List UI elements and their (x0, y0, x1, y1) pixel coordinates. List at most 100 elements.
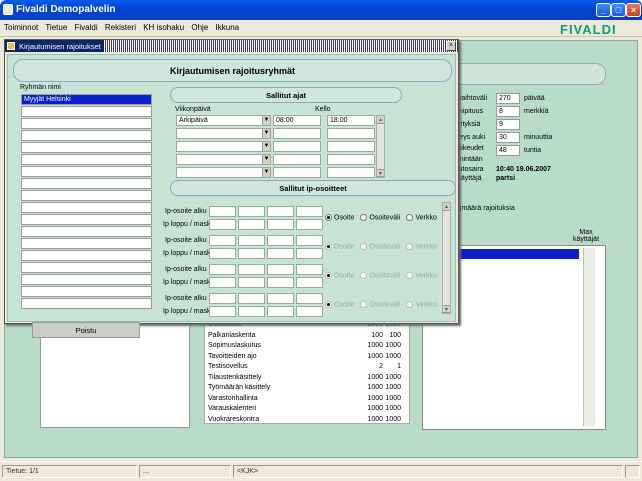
time-from-field[interactable] (273, 128, 321, 139)
group-list-item[interactable] (21, 238, 152, 249)
status-grip[interactable] (625, 465, 640, 478)
table-row[interactable]: Tilaustenkäsittely 1000 1000 (205, 374, 409, 385)
scroll-down-icon[interactable]: ▼ (443, 305, 450, 313)
radio-range[interactable] (360, 272, 368, 280)
bg-field[interactable]: 48 (496, 145, 520, 156)
chevron-down-icon[interactable]: ▼ (262, 129, 270, 138)
ip-end-octet[interactable] (238, 248, 265, 259)
chevron-down-icon[interactable]: ▼ (262, 168, 270, 177)
ip-start-octet[interactable] (267, 235, 294, 246)
ip-end-octet[interactable] (267, 306, 294, 317)
radio-address[interactable] (325, 301, 332, 309)
group-list-item[interactable] (21, 286, 152, 297)
ip-start-octet[interactable] (238, 264, 265, 275)
ip-end-octet[interactable] (296, 219, 323, 230)
table-row[interactable]: Varastonhallinta 1000 1000 (205, 395, 409, 406)
time-to-field[interactable] (327, 128, 375, 139)
ip-end-octet[interactable] (209, 277, 236, 288)
ip-start-octet[interactable] (209, 235, 236, 246)
ip-start-octet[interactable] (267, 264, 294, 275)
radio-range[interactable] (360, 214, 368, 222)
radio-network[interactable] (406, 243, 414, 251)
bg-field[interactable]: 270 (496, 93, 520, 104)
ip-start-octet[interactable] (267, 293, 294, 304)
group-list-item[interactable] (21, 226, 152, 237)
ip-end-octet[interactable] (209, 219, 236, 230)
menu-ohje[interactable]: Ohje (191, 23, 208, 32)
group-list-item-selected[interactable]: Myyjät Helsinki (21, 94, 152, 105)
radio-address[interactable] (325, 243, 332, 251)
ip-start-octet[interactable] (267, 206, 294, 217)
group-list-item[interactable] (21, 262, 152, 273)
ip-start-octet[interactable] (209, 206, 236, 217)
scroll-down-icon[interactable]: ▼ (377, 169, 384, 177)
time-to-field[interactable]: 18:00 (327, 115, 375, 126)
exit-button[interactable]: Poistu (32, 322, 140, 338)
ip-start-octet[interactable] (238, 235, 265, 246)
group-list-item[interactable] (21, 202, 152, 213)
menu-fivaldi[interactable]: Fivaldi (75, 23, 98, 32)
ip-end-octet[interactable] (238, 277, 265, 288)
radio-network[interactable] (406, 272, 414, 280)
ip-end-octet[interactable] (267, 219, 294, 230)
ip-start-octet[interactable] (238, 206, 265, 217)
group-list-item[interactable] (21, 250, 152, 261)
group-list-item[interactable] (21, 298, 152, 309)
minimize-button[interactable]: _ (596, 3, 611, 17)
group-list-item[interactable] (21, 118, 152, 129)
weekday-select[interactable]: ▼ (176, 167, 271, 178)
ip-end-octet[interactable] (296, 248, 323, 259)
ip-start-octet[interactable] (209, 264, 236, 275)
menu-toiminnot[interactable]: Toiminnot (4, 23, 38, 32)
chevron-down-icon[interactable]: ▼ (262, 142, 270, 151)
menu-tietue[interactable]: Tietue (45, 23, 67, 32)
bg-field[interactable]: 9 (496, 119, 520, 130)
menu-ikkuna[interactable]: Ikkuna (216, 23, 240, 32)
time-to-field[interactable] (327, 141, 375, 152)
table-row[interactable]: Tavoitteiden ajo 1000 1000 (205, 353, 409, 364)
radio-range[interactable] (360, 301, 368, 309)
ip-end-octet[interactable] (238, 219, 265, 230)
scroll-up-icon[interactable]: ▲ (377, 116, 384, 124)
group-list-item[interactable] (21, 142, 152, 153)
ip-end-octet[interactable] (267, 248, 294, 259)
group-list-item[interactable] (21, 190, 152, 201)
weekday-select[interactable]: ▼ (176, 128, 271, 139)
close-button[interactable]: × (626, 3, 641, 17)
table-row[interactable]: Työmäärän käsittely 1000 1000 (205, 384, 409, 395)
bg-field[interactable]: 8 (496, 106, 520, 117)
radio-network[interactable] (406, 301, 414, 309)
weekday-select[interactable]: ▼ (176, 141, 271, 152)
radio-range[interactable] (360, 243, 368, 251)
time-to-field[interactable] (327, 167, 375, 178)
group-list-item[interactable] (21, 166, 152, 177)
group-list-item[interactable] (21, 154, 152, 165)
radio-network[interactable] (406, 214, 414, 222)
ip-start-octet[interactable] (296, 235, 323, 246)
group-list-item[interactable] (21, 130, 152, 141)
weekday-select[interactable]: Arkipäivä ▼ (176, 115, 271, 126)
time-from-field[interactable] (273, 167, 321, 178)
dialog-close-button[interactable]: × (446, 41, 456, 51)
radio-address[interactable] (325, 214, 332, 222)
bg-list-scrollbar[interactable] (583, 248, 595, 426)
bg-field[interactable]: 30 (496, 132, 520, 143)
ip-start-octet[interactable] (296, 206, 323, 217)
menu-rekisteri[interactable]: Rekisteri (105, 23, 136, 32)
maximize-button[interactable]: □ (611, 3, 626, 17)
table-row[interactable]: Sopimuslaskutus 1000 1000 (205, 342, 409, 353)
menu-kh-isohaku[interactable]: KH isohaku (143, 23, 184, 32)
table-row[interactable]: Vuokrareskontra 1000 1000 (205, 416, 409, 427)
table-row[interactable]: Palkanlaskenta 100 100 (205, 332, 409, 343)
times-scrollbar[interactable]: ▲ ▼ (376, 115, 385, 178)
app-icon[interactable] (3, 4, 13, 15)
group-list-item[interactable] (21, 106, 152, 117)
ip-end-octet[interactable] (238, 306, 265, 317)
ip-start-octet[interactable] (209, 293, 236, 304)
group-list-item[interactable] (21, 274, 152, 285)
time-from-field[interactable]: 08:00 (273, 115, 321, 126)
ip-end-octet[interactable] (209, 248, 236, 259)
ip-start-octet[interactable] (238, 293, 265, 304)
group-list-item[interactable] (21, 214, 152, 225)
ip-end-octet[interactable] (267, 277, 294, 288)
